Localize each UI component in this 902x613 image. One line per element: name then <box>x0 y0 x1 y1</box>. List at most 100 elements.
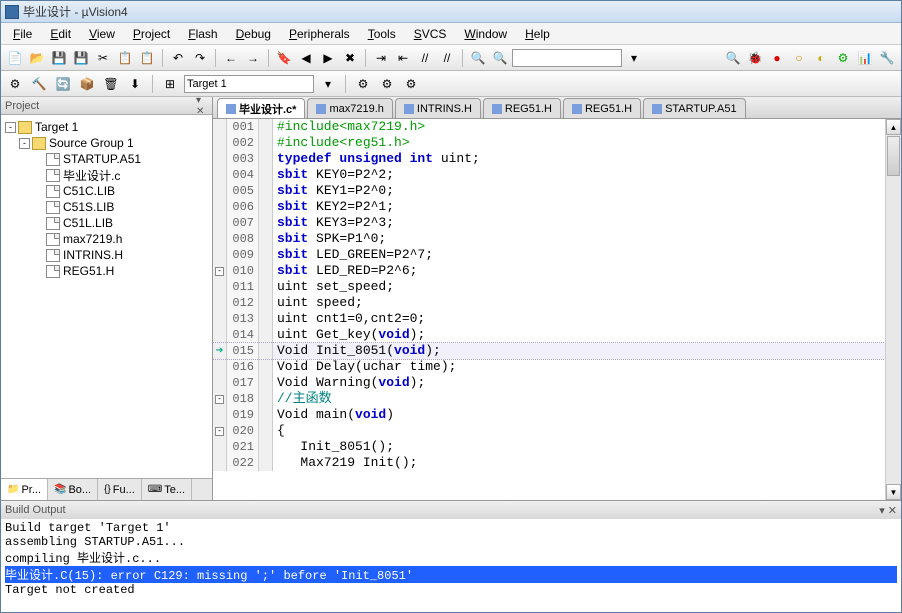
new-file-icon[interactable]: 📄 <box>5 48 25 68</box>
gutter[interactable] <box>213 215 227 231</box>
gutter[interactable] <box>213 295 227 311</box>
code-line[interactable]: 003typedef unsigned int uint; <box>213 151 885 167</box>
panel-close-icon[interactable]: ▾ ✕ <box>196 100 208 112</box>
gutter[interactable] <box>213 455 227 471</box>
editor-scrollbar[interactable]: ▲ ▼ <box>885 119 901 500</box>
code-text[interactable]: #include<reg51.h> <box>273 135 410 151</box>
bookmark-prev-icon[interactable]: ◀ <box>296 48 316 68</box>
editor-tab[interactable]: STARTUP.A51 <box>643 98 746 118</box>
gutter[interactable] <box>213 439 227 455</box>
panel-tab[interactable]: 📚Bo... <box>48 479 98 500</box>
code-line[interactable]: 004sbit KEY0=P2^2; <box>213 167 885 183</box>
code-text[interactable]: typedef unsigned int uint; <box>273 151 480 167</box>
tree-target[interactable]: -Target 1 <box>3 119 210 135</box>
code-text[interactable]: uint Get_key(void); <box>273 327 425 343</box>
find-input[interactable] <box>512 49 622 67</box>
code-text[interactable]: { <box>273 423 285 439</box>
tree-file[interactable]: INTRINS.H <box>3 247 210 263</box>
code-text[interactable]: Init_8051(); <box>273 439 394 455</box>
code-text[interactable]: uint set_speed; <box>273 279 394 295</box>
code-line[interactable]: -018//主函数 <box>213 391 885 407</box>
target-select[interactable] <box>184 75 314 93</box>
build-output-line[interactable]: Build target 'Target 1' <box>5 521 897 535</box>
kill-bp-icon[interactable]: ○ <box>789 48 809 68</box>
disable-bp-icon[interactable]: ◐ <box>811 48 831 68</box>
menu-view[interactable]: View <box>81 25 123 43</box>
code-text[interactable]: sbit SPK=P1^0; <box>273 231 386 247</box>
find-dropdown-icon[interactable]: ▾ <box>624 48 644 68</box>
code-text[interactable]: uint speed; <box>273 295 363 311</box>
code-text[interactable]: Void Init_8051(void); <box>273 343 441 359</box>
gutter[interactable]: - <box>213 263 227 279</box>
nav-fwd-icon[interactable]: → <box>243 48 263 68</box>
code-text[interactable]: sbit KEY0=P2^2; <box>273 167 394 183</box>
code-editor[interactable]: 001#include<max7219.h>002#include<reg51.… <box>213 119 885 500</box>
gutter[interactable] <box>213 167 227 183</box>
project-tree[interactable]: -Target 1-Source Group 1STARTUP.A51毕业设计.… <box>1 115 212 478</box>
outdent-icon[interactable]: ⇤ <box>393 48 413 68</box>
tree-file[interactable]: C51S.LIB <box>3 199 210 215</box>
tree-file[interactable]: C51L.LIB <box>3 215 210 231</box>
code-text[interactable]: sbit LED_RED=P2^6; <box>273 263 417 279</box>
open-icon[interactable]: 📂 <box>27 48 47 68</box>
menu-peripherals[interactable]: Peripherals <box>281 25 358 43</box>
menu-project[interactable]: Project <box>125 25 178 43</box>
code-text[interactable]: sbit KEY3=P2^3; <box>273 215 394 231</box>
editor-tab[interactable]: REG51.H <box>563 98 641 118</box>
menu-flash[interactable]: Flash <box>180 25 225 43</box>
code-line[interactable]: 012uint speed; <box>213 295 885 311</box>
editor-tab[interactable]: 毕业设计.c* <box>217 98 305 118</box>
build-error-line[interactable]: 毕业设计.C(15): error C129: missing ';' befo… <box>5 566 897 583</box>
configure-icon[interactable]: 📊 <box>855 48 875 68</box>
sw-icon[interactable]: ⚙ <box>833 48 853 68</box>
bookmark-clear-icon[interactable]: ✖ <box>340 48 360 68</box>
scroll-down-icon[interactable]: ▼ <box>886 484 901 500</box>
build-output-line[interactable]: Target not created <box>5 583 897 597</box>
find-icon[interactable]: 🔍 <box>490 48 510 68</box>
editor-tab[interactable]: INTRINS.H <box>395 98 481 118</box>
menu-help[interactable]: Help <box>517 25 558 43</box>
tree-expander-icon[interactable]: - <box>19 138 30 149</box>
undo-icon[interactable]: ↶ <box>168 48 188 68</box>
code-line[interactable]: 013uint cnt1=0,cnt2=0; <box>213 311 885 327</box>
gutter[interactable] <box>213 359 227 375</box>
code-text[interactable]: //主函数 <box>273 391 332 407</box>
tree-group[interactable]: -Source Group 1 <box>3 135 210 151</box>
code-line[interactable]: 008sbit SPK=P1^0; <box>213 231 885 247</box>
gutter[interactable]: ➔ <box>213 343 227 359</box>
code-line[interactable]: 005sbit KEY1=P2^0; <box>213 183 885 199</box>
gutter[interactable] <box>213 231 227 247</box>
code-line[interactable]: 022 Max7219 Init(); <box>213 455 885 471</box>
scroll-up-icon[interactable]: ▲ <box>886 119 901 135</box>
panel-tab[interactable]: {}Fu... <box>98 479 142 500</box>
code-line[interactable]: 017Void Warning(void); <box>213 375 885 391</box>
rebuild-icon[interactable]: 🔄 <box>53 74 73 94</box>
code-line[interactable]: 006sbit KEY2=P2^1; <box>213 199 885 215</box>
code-line[interactable]: 001#include<max7219.h> <box>213 119 885 135</box>
code-line[interactable]: 011uint set_speed; <box>213 279 885 295</box>
gutter[interactable] <box>213 199 227 215</box>
editor-tab[interactable]: REG51.H <box>483 98 561 118</box>
menu-tools[interactable]: Tools <box>360 25 404 43</box>
code-line[interactable]: 016Void Delay(uchar time); <box>213 359 885 375</box>
code-text[interactable]: uint cnt1=0,cnt2=0; <box>273 311 425 327</box>
save-all-icon[interactable]: 💾 <box>71 48 91 68</box>
bookmark-icon[interactable]: 🔖 <box>274 48 294 68</box>
gutter[interactable]: - <box>213 391 227 407</box>
code-text[interactable]: #include<max7219.h> <box>273 119 425 135</box>
save-icon[interactable]: 💾 <box>49 48 69 68</box>
build-icon[interactable]: 🔨 <box>29 74 49 94</box>
tree-file[interactable]: max7219.h <box>3 231 210 247</box>
redo-icon[interactable]: ↷ <box>190 48 210 68</box>
panel-tab[interactable]: ⌨Te... <box>142 479 192 500</box>
build-output-line[interactable]: assembling STARTUP.A51... <box>5 535 897 549</box>
find-hw-icon[interactable]: 🔍 <box>468 48 488 68</box>
options-icon[interactable]: ⚙ <box>353 74 373 94</box>
bookmark-next-icon[interactable]: ▶ <box>318 48 338 68</box>
code-line[interactable]: ➔015Void Init_8051(void); <box>213 343 885 359</box>
code-line[interactable]: 021 Init_8051(); <box>213 439 885 455</box>
code-text[interactable]: sbit KEY1=P2^0; <box>273 183 394 199</box>
menu-window[interactable]: Window <box>456 25 515 43</box>
panel-tab[interactable]: 📁Pr... <box>1 479 48 500</box>
debug-icon[interactable]: 🐞 <box>745 48 765 68</box>
